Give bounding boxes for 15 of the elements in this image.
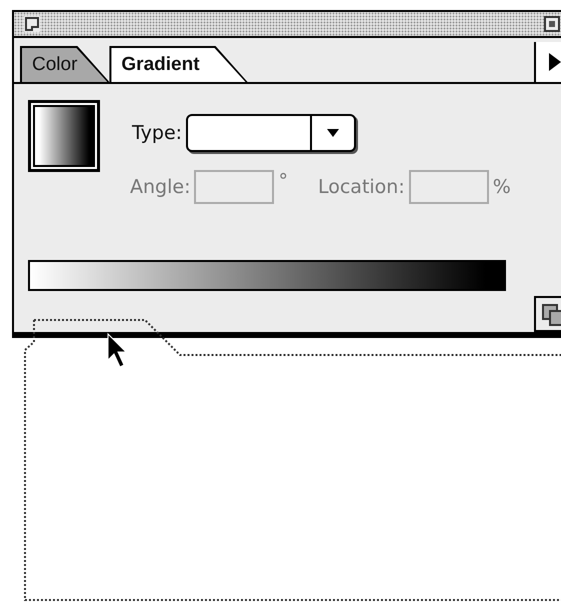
close-box-icon[interactable] xyxy=(24,16,40,32)
angle-label: Angle: xyxy=(130,176,190,198)
tab[interactable]: Color xyxy=(20,46,110,82)
caret-icon xyxy=(327,129,340,137)
title-bar[interactable] xyxy=(14,12,561,38)
degree-unit: ° xyxy=(278,170,288,192)
percent-unit: % xyxy=(492,176,511,198)
location-label: Location: xyxy=(318,176,405,198)
tab[interactable]: Gradient xyxy=(109,46,248,82)
collapse-box-icon[interactable] xyxy=(544,16,560,32)
gradient-swatch[interactable] xyxy=(28,100,100,172)
triangle-icon xyxy=(548,52,561,72)
gradient-slider-bar[interactable] xyxy=(28,260,506,291)
type-dropdown[interactable] xyxy=(186,114,356,152)
type-label: Type: xyxy=(132,122,182,144)
